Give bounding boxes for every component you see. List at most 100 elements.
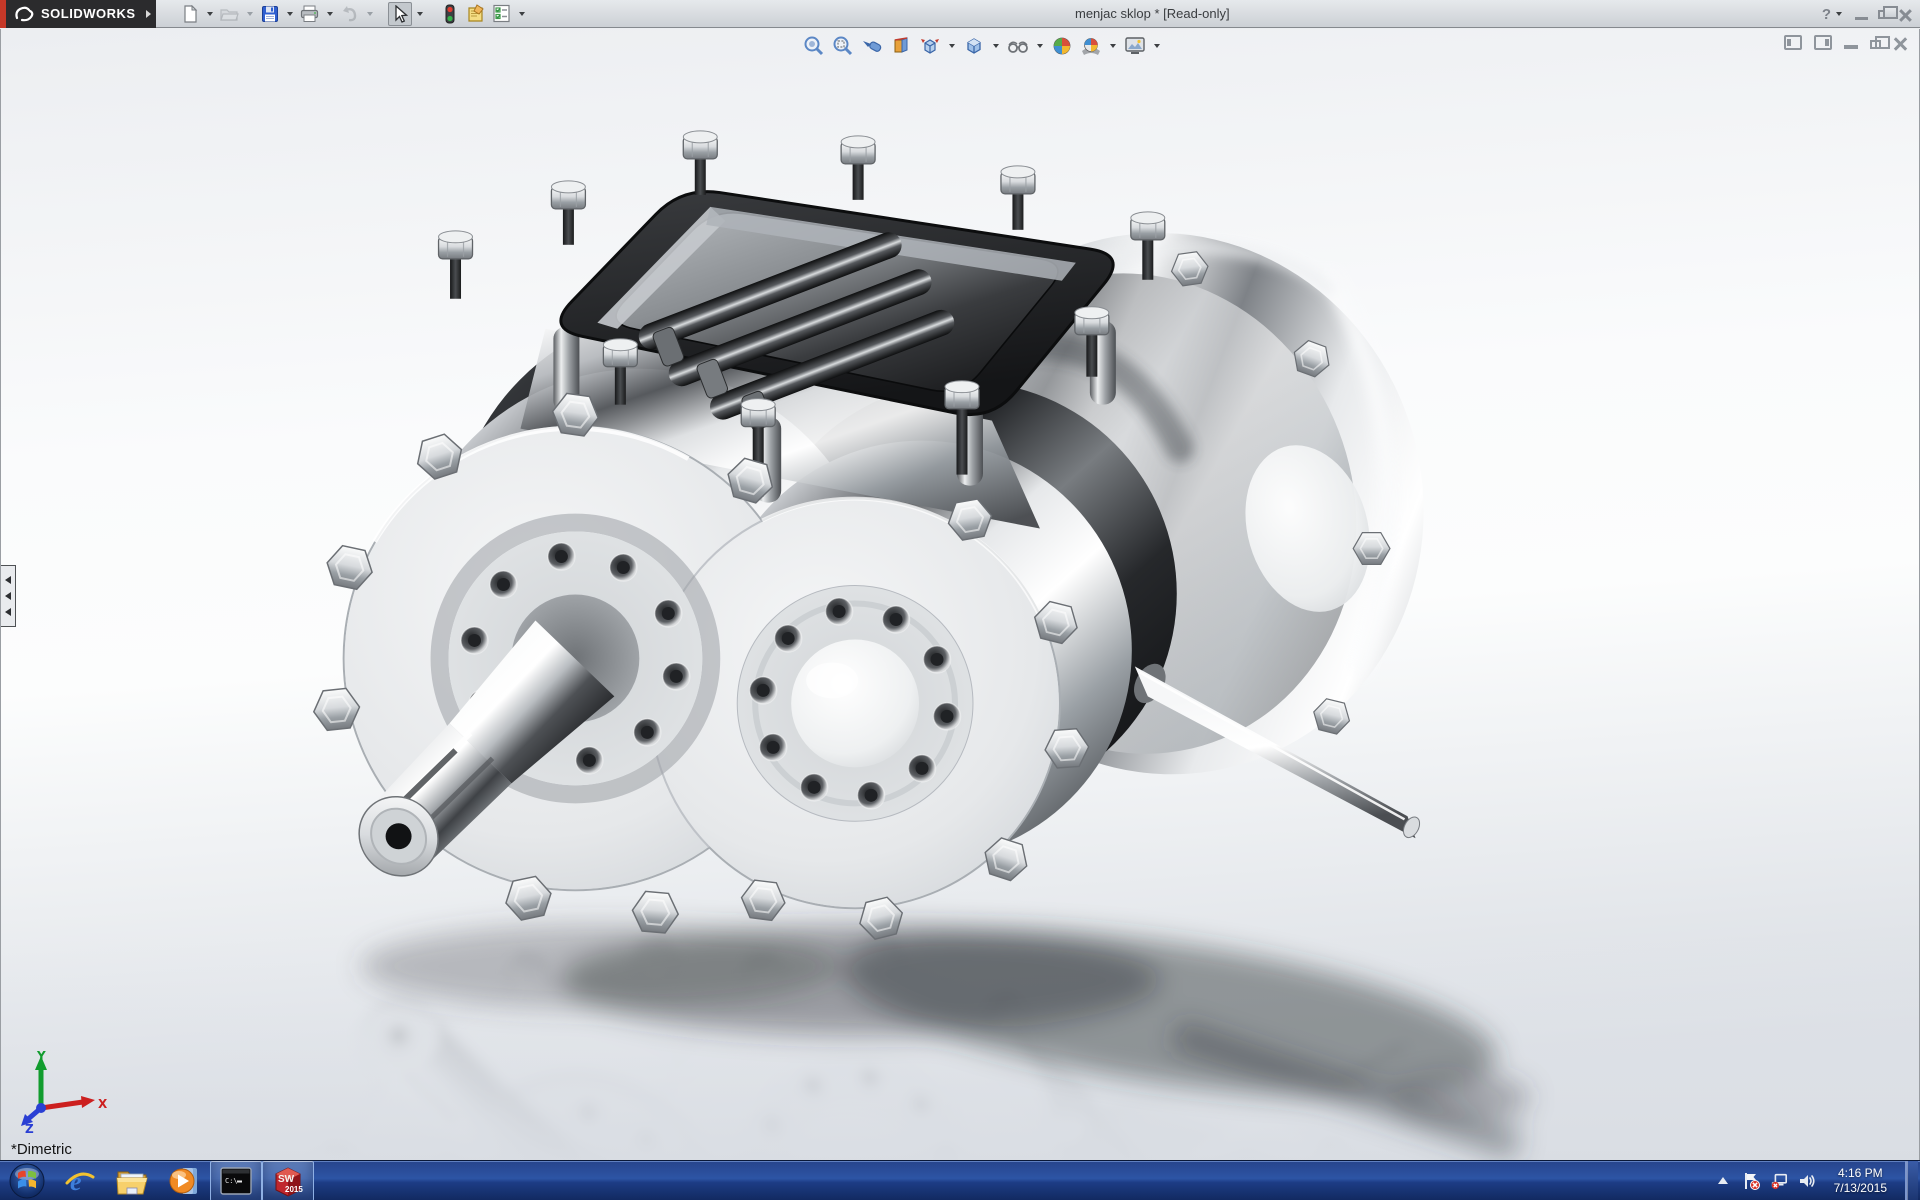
show-desktop-button[interactable] <box>1905 1161 1918 1200</box>
options-icon <box>492 4 511 23</box>
view-orientation-button[interactable] <box>917 33 943 59</box>
new-dropdown-caret[interactable] <box>207 12 213 16</box>
taskbar-item-solidworks-2015[interactable]: SW 2015 <box>262 1161 314 1200</box>
window-controls: ? <box>1822 0 1912 28</box>
close-icon <box>1899 8 1912 21</box>
print-dropdown-caret[interactable] <box>327 12 333 16</box>
network-status-button[interactable] <box>1770 1172 1788 1190</box>
undo-button[interactable] <box>338 2 362 26</box>
view-settings-caret[interactable] <box>1154 44 1160 48</box>
expand-pane-arrow-icon <box>5 576 11 584</box>
windows-explorer-icon <box>115 1166 149 1196</box>
menu-expand-button[interactable] <box>142 0 156 28</box>
help-dropdown-caret[interactable] <box>1836 12 1842 16</box>
undo-dropdown-caret <box>367 12 373 16</box>
save-button[interactable] <box>258 2 282 26</box>
svg-text:e: e <box>70 1167 82 1196</box>
save-floppy-icon <box>261 5 279 23</box>
sw-icon-badge: 2015 <box>285 1185 303 1194</box>
volume-button[interactable] <box>1798 1172 1816 1190</box>
taskbar-item-internet-explorer[interactable]: e <box>54 1161 106 1200</box>
section-view-icon <box>890 35 912 57</box>
apply-scene-caret[interactable] <box>1110 44 1116 48</box>
brand-text: SOLIDWORKS <box>41 6 136 21</box>
file-properties-button[interactable] <box>464 2 488 26</box>
toggle-left-pane-button[interactable] <box>1784 35 1802 50</box>
print-button[interactable] <box>298 2 322 26</box>
open-button[interactable] <box>218 2 242 26</box>
taskbar-clock[interactable]: 4:16 PM 7/13/2015 <box>1826 1166 1895 1196</box>
taskbar-item-media-player[interactable] <box>158 1161 210 1200</box>
save-dropdown-caret[interactable] <box>287 12 293 16</box>
taskbar: e <box>0 1160 1920 1200</box>
clock-date: 7/13/2015 <box>1834 1181 1887 1196</box>
titlebar: SOLIDWORKS <box>0 0 1920 28</box>
menu-bar-toolbar <box>178 2 528 26</box>
edit-appearance-button[interactable] <box>1049 33 1075 59</box>
hide-show-items-caret[interactable] <box>1037 44 1043 48</box>
minimize-button[interactable] <box>1855 9 1868 20</box>
minimize-icon <box>1855 17 1868 20</box>
display-style-icon <box>963 35 985 57</box>
select-dropdown-caret[interactable] <box>417 12 423 16</box>
start-button[interactable] <box>0 1161 54 1200</box>
view-orientation-caret[interactable] <box>949 44 955 48</box>
select-cursor-icon <box>392 5 408 23</box>
document-window-controls <box>1784 35 1907 50</box>
expand-pane-arrow-icon <box>5 592 11 600</box>
pane-right-icon <box>1825 39 1829 46</box>
action-center-button[interactable] <box>1742 1172 1760 1190</box>
restore-icon <box>1878 10 1889 19</box>
view-settings-button[interactable] <box>1122 33 1148 59</box>
open-folder-icon <box>220 5 239 23</box>
close-button[interactable] <box>1899 8 1912 21</box>
show-hidden-icons-arrow <box>1716 1175 1730 1187</box>
help-glyph: ? <box>1822 6 1831 23</box>
options-button[interactable] <box>490 2 514 26</box>
zoom-to-area-icon <box>832 35 854 57</box>
selection-filter-button[interactable] <box>438 2 462 26</box>
edit-appearance-icon <box>1051 35 1073 57</box>
network-disconnected-icon <box>1770 1172 1788 1190</box>
zoom-to-fit-button[interactable] <box>801 33 827 59</box>
close-document-button[interactable] <box>1893 36 1907 50</box>
view-orientation-label: *Dimetric <box>11 1141 72 1158</box>
display-style-caret[interactable] <box>993 44 999 48</box>
graphics-area[interactable]: Y X Z *Dimetric <box>0 29 1920 1160</box>
apply-scene-button[interactable] <box>1078 33 1104 59</box>
expand-arrow-icon <box>146 10 151 18</box>
headsup-view-toolbar <box>801 33 1163 59</box>
solidworks-logo: SOLIDWORKS <box>6 0 142 28</box>
display-style-button[interactable] <box>961 33 987 59</box>
hide-show-items-button[interactable] <box>1005 33 1031 59</box>
taskbar-item-windows-explorer[interactable] <box>106 1161 158 1200</box>
ds-logo-icon <box>14 5 36 23</box>
show-hidden-icons-button[interactable] <box>1714 1172 1732 1190</box>
media-player-icon <box>168 1165 200 1197</box>
pane-left-icon <box>1787 39 1791 46</box>
new-document-button[interactable] <box>178 2 202 26</box>
volume-speaker-icon <box>1798 1172 1816 1190</box>
section-view-button[interactable] <box>888 33 914 59</box>
action-center-flag-icon <box>1742 1172 1760 1190</box>
command-prompt-icon: C:\ <box>220 1167 252 1195</box>
document-title: menjac sklop * [Read-only] <box>1075 6 1230 21</box>
restore-document-button[interactable] <box>1870 40 1881 49</box>
select-button[interactable] <box>388 2 412 26</box>
view-settings-icon <box>1123 35 1147 57</box>
selection-filter-icon <box>444 4 456 24</box>
featuremanager-collapsed-tab[interactable] <box>1 565 16 627</box>
zoom-to-area-button[interactable] <box>830 33 856 59</box>
toggle-right-pane-button[interactable] <box>1814 35 1832 50</box>
pane-frame-icon <box>1814 35 1832 50</box>
previous-view-button[interactable] <box>859 33 885 59</box>
minimize-document-button[interactable] <box>1844 45 1858 49</box>
help-button[interactable]: ? <box>1822 6 1845 23</box>
3d-scene[interactable] <box>1 29 1919 1160</box>
taskbar-item-command-prompt[interactable]: C:\ <box>210 1161 262 1200</box>
internet-explorer-icon: e <box>64 1165 96 1197</box>
print-icon <box>300 5 319 23</box>
restore-button[interactable] <box>1878 10 1889 19</box>
options-dropdown-caret[interactable] <box>519 12 525 16</box>
sw-icon-letters: SW <box>278 1174 295 1185</box>
